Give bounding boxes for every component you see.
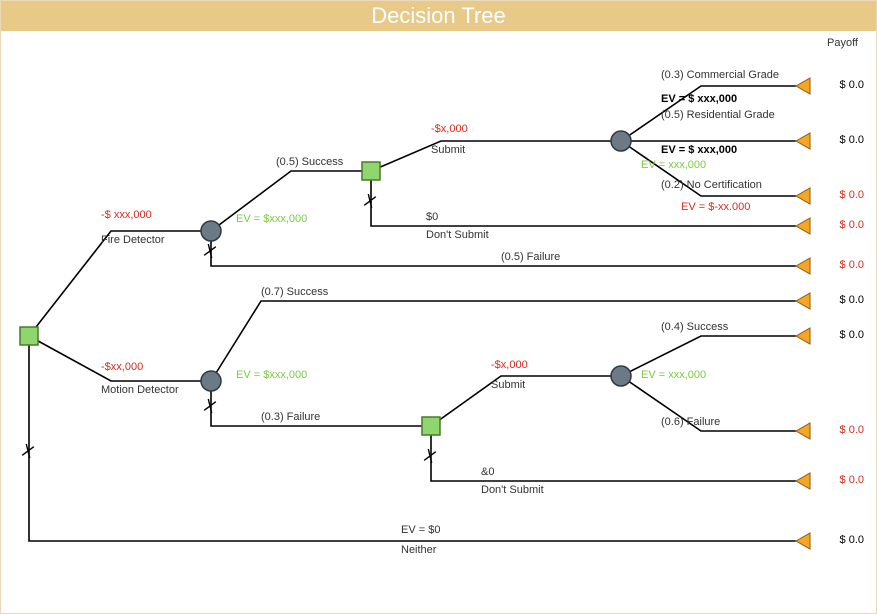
fire-failure: (0.5) Failure xyxy=(501,251,560,263)
payoff-2: $ 0.0 xyxy=(840,134,864,146)
motion-success: (0.7) Success xyxy=(261,286,328,298)
dont-cost: $0 xyxy=(426,211,438,223)
motion-ev: EV = $xxx,000 xyxy=(236,369,307,381)
m-sub-ev: EV = xxx,000 xyxy=(641,369,706,381)
m-failure2: (0.6) Failure xyxy=(661,416,720,428)
diagram-title: Decision Tree xyxy=(1,1,876,31)
no-cert: (0.2) No Certification xyxy=(661,179,762,191)
neither: Neither xyxy=(401,544,436,556)
m-submit-cost: -$x,000 xyxy=(491,359,528,371)
residential: (0.5) Residential Grade xyxy=(661,109,775,121)
payoff-6: $ 0.0 xyxy=(840,294,864,306)
motion-label: Motion Detector xyxy=(101,384,179,396)
m-zero: &0 xyxy=(481,466,494,478)
residential-ev: EV = $ xxx,000 xyxy=(661,144,737,156)
fire-success: (0.5) Success xyxy=(276,156,343,168)
commercial-ev: EV = $ xxx,000 xyxy=(661,93,737,105)
diagram-container: Decision Tree Payoff xyxy=(0,0,877,614)
fire-label: Fire Detector xyxy=(101,234,165,246)
neither-ev: EV = $0 xyxy=(401,524,440,536)
payoff-9: $ 0.0 xyxy=(840,474,864,486)
fire-cost: -$ xxx,000 xyxy=(101,209,152,221)
payoff-10: $ 0.0 xyxy=(840,534,864,546)
motion-failure: (0.3) Failure xyxy=(261,411,320,423)
payoff-3: $ 0.0 xyxy=(840,189,864,201)
motion-cost: -$xx,000 xyxy=(101,361,143,373)
submit-label: Submit xyxy=(431,144,465,156)
fire-ev: EV = $xxx,000 xyxy=(236,213,307,225)
payoff-4: $ 0.0 xyxy=(840,219,864,231)
payoff-5: $ 0.0 xyxy=(840,259,864,271)
dont-label: Don't Submit xyxy=(426,229,489,241)
submit-cost: -$x,000 xyxy=(431,123,468,135)
payoff-8: $ 0.0 xyxy=(840,424,864,436)
payoff-1: $ 0.0 xyxy=(840,79,864,91)
no-cert-ev: EV = $-xx.000 xyxy=(681,201,750,213)
commercial: (0.3) Commercial Grade xyxy=(661,69,779,81)
m-dont: Don't Submit xyxy=(481,484,544,496)
cert-ev: EV = xxx,000 xyxy=(641,159,706,171)
diagram-canvas: Payoff xyxy=(1,31,876,613)
m-submit: Submit xyxy=(491,379,525,391)
m-success2: (0.4) Success xyxy=(661,321,728,333)
payoff-7: $ 0.0 xyxy=(840,329,864,341)
